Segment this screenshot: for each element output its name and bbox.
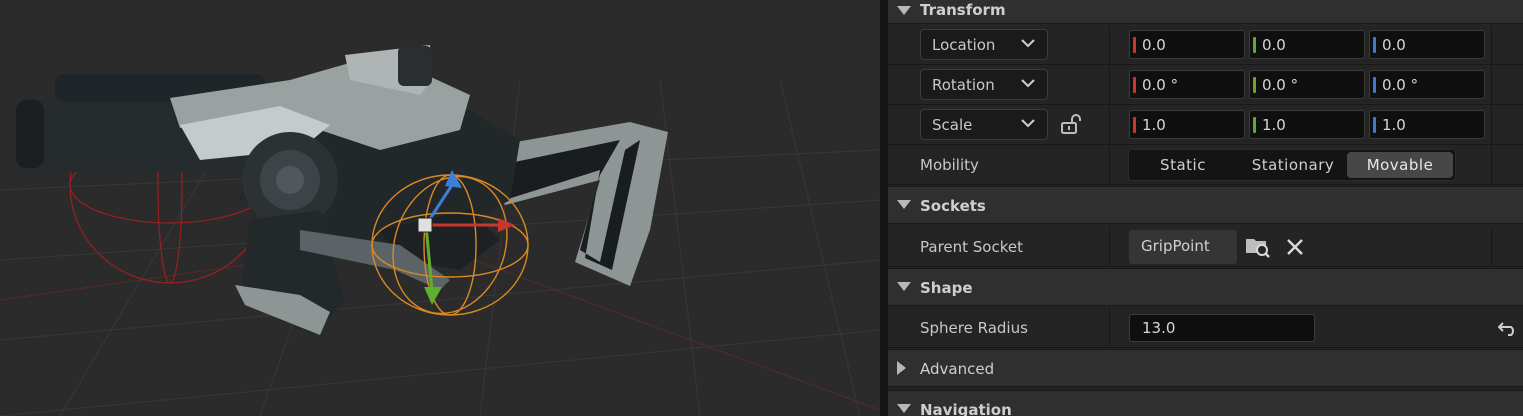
category-shape-label: Shape: [920, 279, 973, 297]
rotation-z-value: 0.0 °: [1382, 76, 1419, 94]
rotation-x-field[interactable]: 0.0 °: [1129, 70, 1245, 99]
category-sockets[interactable]: Sockets: [888, 186, 1523, 224]
category-navigation-label: Navigation: [920, 401, 1012, 416]
location-z-value: 0.0: [1382, 36, 1406, 54]
mobility-movable-option[interactable]: Movable: [1347, 152, 1453, 178]
mobility-row: Mobility Static Stationary Movable: [888, 145, 1523, 185]
rotation-z-field[interactable]: 0.0 °: [1369, 70, 1485, 99]
viewport-scene[interactable]: [0, 0, 880, 416]
category-advanced-label: Advanced: [920, 360, 995, 378]
expand-arrow-icon[interactable]: [897, 200, 911, 209]
location-z-field[interactable]: 0.0: [1369, 30, 1485, 59]
level-viewport[interactable]: [0, 0, 880, 416]
scale-mode-dropdown[interactable]: Scale: [920, 109, 1048, 140]
mobility-static-option[interactable]: Static: [1131, 152, 1235, 178]
category-transform-label: Transform: [920, 1, 1006, 19]
reset-to-default-icon[interactable]: [1498, 320, 1518, 336]
sphere-radius-row: Sphere Radius 13.0: [888, 308, 1523, 348]
scale-x-value: 1.0: [1142, 116, 1166, 134]
x-axis-line: [419, 239, 880, 411]
category-advanced[interactable]: Advanced: [888, 349, 1523, 387]
rotation-y-value: 0.0 °: [1262, 76, 1299, 94]
location-y-field[interactable]: 0.0: [1249, 30, 1365, 59]
chevron-down-icon: [1021, 119, 1035, 128]
category-sockets-label: Sockets: [920, 197, 986, 215]
clear-socket-icon[interactable]: [1286, 238, 1304, 256]
location-y-value: 0.0: [1262, 36, 1286, 54]
category-transform[interactable]: Transform: [888, 0, 1523, 24]
scale-z-value: 1.0: [1382, 116, 1406, 134]
scale-y-field[interactable]: 1.0: [1249, 110, 1365, 139]
category-shape[interactable]: Shape: [888, 268, 1523, 306]
rifle-mesh[interactable]: [16, 45, 668, 335]
expand-arrow-icon[interactable]: [897, 404, 911, 413]
parent-socket-row: Parent Socket GripPoint: [888, 227, 1523, 267]
location-row: Location 0.0 0.0 0.0: [888, 25, 1523, 65]
parent-socket-value: GripPoint: [1141, 237, 1210, 255]
chevron-down-icon: [1021, 39, 1035, 48]
mobility-stationary-option[interactable]: Stationary: [1239, 152, 1347, 178]
panel-splitter[interactable]: [880, 0, 888, 416]
rotation-y-field[interactable]: 0.0 °: [1249, 70, 1365, 99]
sphere-radius-field[interactable]: 13.0: [1129, 314, 1315, 342]
browse-socket-icon[interactable]: [1245, 235, 1271, 259]
sphere-radius-label: Sphere Radius: [920, 319, 1028, 337]
mobility-segmented-control[interactable]: Static Stationary Movable: [1128, 149, 1456, 181]
location-label: Location: [932, 36, 996, 54]
unlock-icon[interactable]: [1060, 113, 1082, 135]
rotation-label: Rotation: [932, 76, 995, 94]
chevron-down-icon: [1021, 79, 1035, 88]
parent-socket-field[interactable]: GripPoint: [1129, 230, 1237, 264]
expand-arrow-icon[interactable]: [897, 6, 911, 15]
scale-x-field[interactable]: 1.0: [1129, 110, 1245, 139]
rotation-x-value: 0.0 °: [1142, 76, 1179, 94]
collapsed-arrow-icon[interactable]: [897, 361, 906, 375]
category-navigation[interactable]: Navigation: [888, 390, 1523, 416]
details-panel: Transform Location 0.0 0.0 0.0 Rotation: [888, 0, 1523, 416]
location-x-field[interactable]: 0.0: [1129, 30, 1245, 59]
scale-y-value: 1.0: [1262, 116, 1286, 134]
scale-z-field[interactable]: 1.0: [1369, 110, 1485, 139]
sphere-radius-value: 13.0: [1142, 319, 1176, 337]
expand-arrow-icon[interactable]: [897, 282, 911, 291]
scale-row: Scale 1.0 1.0 1.0: [888, 105, 1523, 145]
mobility-label: Mobility: [920, 156, 979, 174]
rotation-mode-dropdown[interactable]: Rotation: [920, 69, 1048, 100]
gizmo-center-handle[interactable]: [417, 217, 433, 233]
location-mode-dropdown[interactable]: Location: [920, 29, 1048, 60]
parent-socket-label: Parent Socket: [920, 238, 1023, 256]
location-x-value: 0.0: [1142, 36, 1166, 54]
rotation-row: Rotation 0.0 ° 0.0 ° 0.0 °: [888, 65, 1523, 105]
scale-label: Scale: [932, 116, 973, 134]
